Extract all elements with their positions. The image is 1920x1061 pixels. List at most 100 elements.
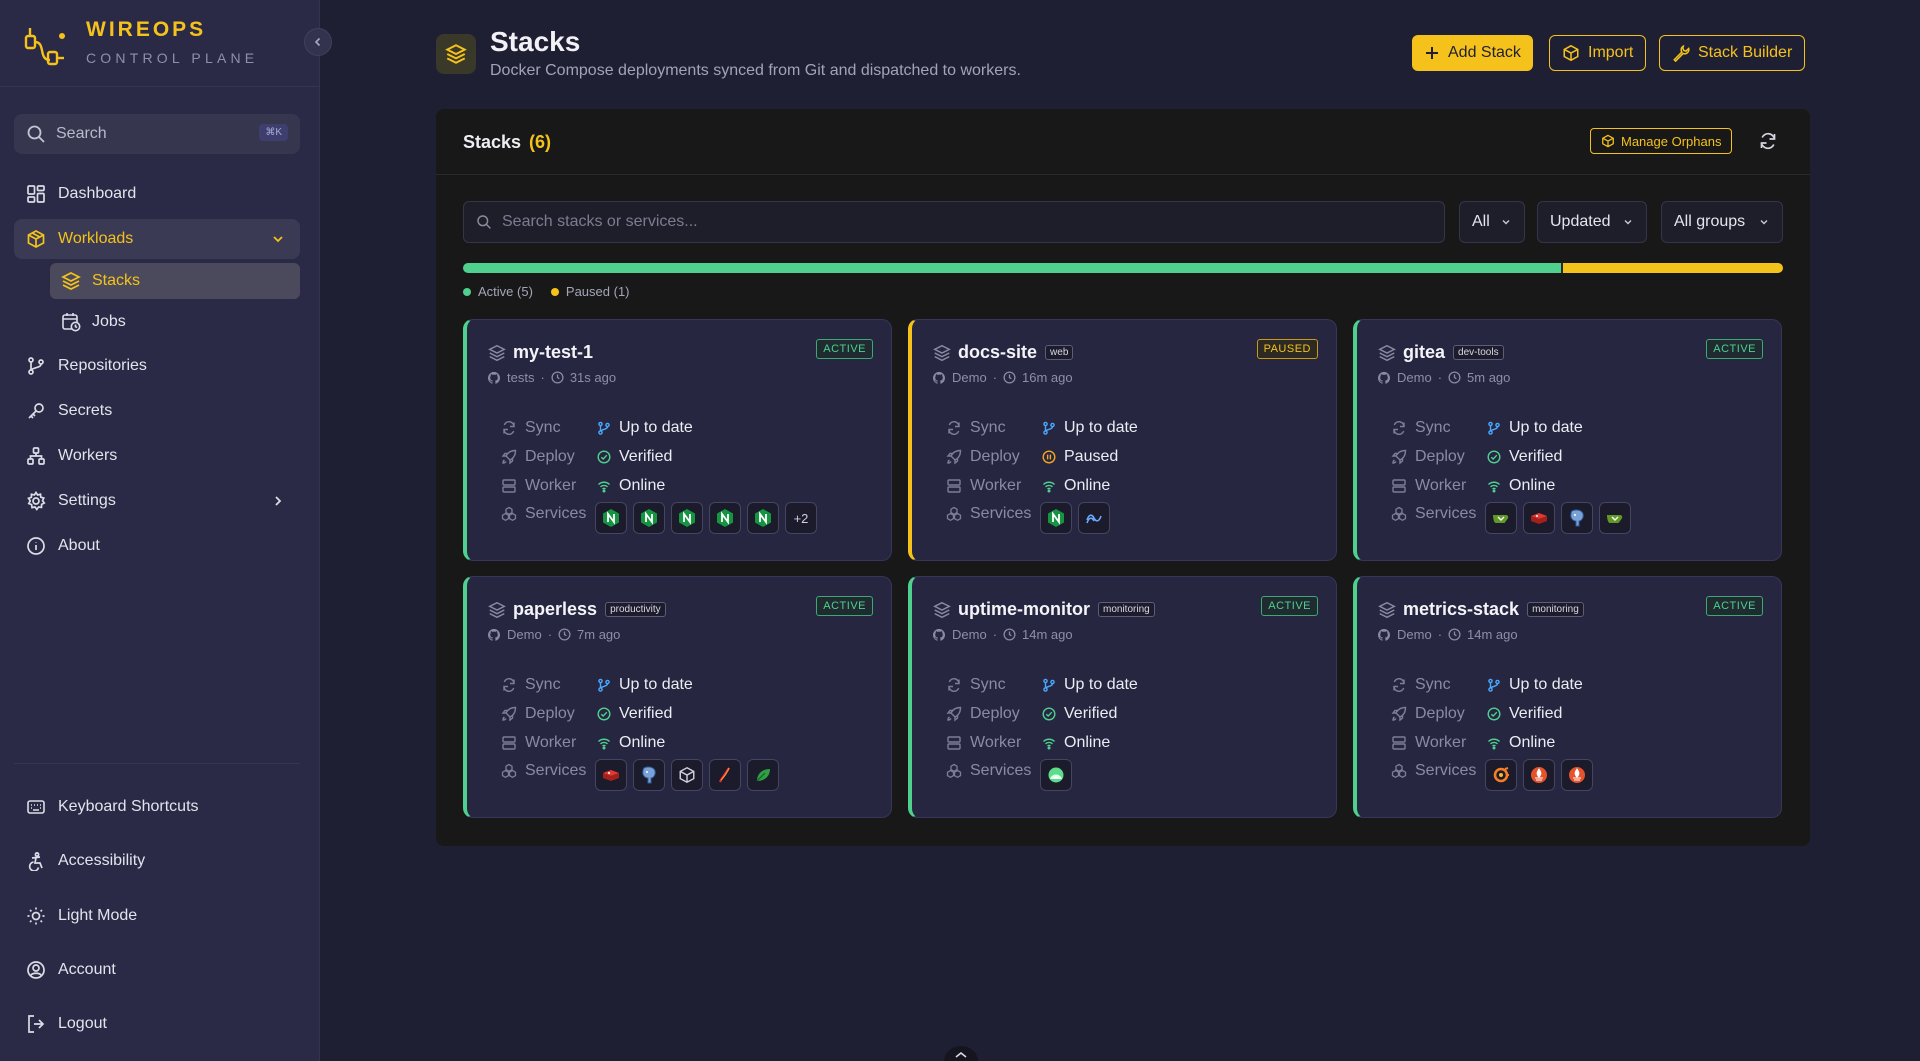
logout-icon bbox=[28, 1015, 45, 1033]
nav-label: Logout bbox=[58, 1015, 107, 1032]
service-postgres-icon[interactable] bbox=[633, 759, 665, 791]
deploy-row: Deploy Verified bbox=[1391, 447, 1562, 467]
services-icon bbox=[501, 506, 517, 522]
group-tag: productivity bbox=[605, 602, 666, 617]
service-prometheus-icon[interactable] bbox=[1561, 759, 1593, 791]
service-nginx-icon[interactable] bbox=[709, 502, 741, 534]
status-filter-select[interactable]: All bbox=[1459, 201, 1525, 243]
nav-workers[interactable]: Workers bbox=[14, 436, 300, 476]
meta-separator: · bbox=[547, 627, 553, 642]
service-prometheus-icon[interactable] bbox=[1523, 759, 1555, 791]
stack-name-wrap: uptime-monitor monitoring bbox=[958, 599, 1155, 620]
service-nginx-icon[interactable] bbox=[671, 502, 703, 534]
sidebar-search[interactable]: Search ⌘K bbox=[14, 114, 300, 154]
stack-card[interactable]: gitea dev-tools ACTIVE Demo · 5m ago Sync Up to… bbox=[1353, 319, 1782, 561]
chevron-down-icon bbox=[1624, 220, 1632, 225]
service-nginx-icon[interactable] bbox=[1040, 502, 1072, 534]
sort-select[interactable]: Updated bbox=[1537, 201, 1647, 243]
stack-meta: Demo · 14m ago bbox=[1377, 627, 1518, 642]
service-box-icon[interactable] bbox=[671, 759, 703, 791]
stack-search-field[interactable] bbox=[463, 201, 1445, 243]
nav-secrets[interactable]: Secrets bbox=[14, 391, 300, 431]
more-services-badge[interactable]: +2 bbox=[785, 502, 817, 534]
service-leaf-icon[interactable] bbox=[747, 759, 779, 791]
worker-value: Online bbox=[619, 477, 666, 494]
wifi-icon bbox=[1043, 738, 1055, 750]
sidebar-item-jobs[interactable]: Jobs bbox=[50, 304, 300, 340]
service-uptime-kuma-icon[interactable] bbox=[1040, 759, 1072, 791]
nav-accessibility[interactable]: Accessibility bbox=[14, 841, 300, 881]
page-title: Stacks bbox=[490, 26, 581, 57]
service-postgres-icon[interactable] bbox=[1561, 502, 1593, 534]
services-label-wrap: Services bbox=[1391, 505, 1476, 523]
chevron-up-icon[interactable] bbox=[944, 1046, 978, 1061]
box-icon bbox=[1602, 134, 1614, 148]
stack-card[interactable]: paperless productivity ACTIVE Demo · 7m ago Sy… bbox=[463, 576, 892, 818]
wrench-icon bbox=[1673, 44, 1690, 62]
manage-orphans-button[interactable]: Manage Orphans bbox=[1590, 128, 1733, 154]
nav-keyboard-shortcuts[interactable]: Keyboard Shortcuts bbox=[14, 787, 300, 827]
nginx-icon bbox=[1048, 509, 1064, 527]
service-nginx-icon[interactable] bbox=[747, 502, 779, 534]
nav-repositories[interactable]: Repositories bbox=[14, 346, 300, 386]
stack-card[interactable]: my-test-1 ACTIVE tests · 31s ago Sync Up to da… bbox=[463, 319, 892, 561]
sync-value: Up to date bbox=[619, 676, 693, 693]
chevron-down-icon bbox=[273, 236, 283, 243]
nav-logout[interactable]: Logout bbox=[14, 1004, 300, 1044]
wifi-icon bbox=[598, 738, 610, 750]
sidebar: WIREOPS CONTROL PLANE Search ⌘K Dashboar… bbox=[0, 0, 332, 1061]
stack-builder-button[interactable]: Stack Builder bbox=[1659, 35, 1806, 71]
layers-icon bbox=[61, 272, 81, 290]
server-icon bbox=[502, 479, 516, 493]
sync-label: Sync bbox=[970, 676, 1006, 693]
stack-count: (6) bbox=[529, 132, 552, 152]
dashboard-icon bbox=[27, 185, 45, 203]
check-circle-icon bbox=[1487, 707, 1501, 721]
rocket-icon bbox=[501, 449, 517, 465]
service-redis-icon[interactable] bbox=[1523, 502, 1555, 534]
nav-settings[interactable]: Settings bbox=[14, 481, 300, 521]
stack-name: gitea bbox=[1403, 342, 1446, 362]
service-redis-icon[interactable] bbox=[595, 759, 627, 791]
collapse-sidebar-button[interactable] bbox=[304, 28, 332, 56]
service-gitea-icon[interactable] bbox=[1599, 502, 1631, 534]
stack-search-input[interactable] bbox=[502, 213, 1402, 231]
updated-time: 7m ago bbox=[577, 627, 621, 642]
stack-card[interactable]: metrics-stack monitoring ACTIVE Demo · 14m ag… bbox=[1353, 576, 1782, 818]
check-circle-icon bbox=[1042, 707, 1056, 721]
import-button[interactable]: Import bbox=[1549, 35, 1647, 71]
git-branch-icon bbox=[1488, 678, 1500, 692]
box-icon bbox=[27, 230, 45, 248]
import-label: Import bbox=[1588, 44, 1634, 61]
stack-card[interactable]: docs-site web PAUSED Demo · 16m ago Sync Up to … bbox=[908, 319, 1337, 561]
nav-dashboard[interactable]: Dashboard bbox=[14, 174, 300, 214]
worker-row: Worker Online bbox=[946, 733, 1110, 753]
repo-name: Demo bbox=[952, 370, 987, 385]
worker-row: Worker Online bbox=[946, 476, 1110, 496]
service-nginx-icon[interactable] bbox=[633, 502, 665, 534]
service-grafana-icon[interactable] bbox=[1485, 759, 1517, 791]
service-astro-icon[interactable] bbox=[1078, 502, 1110, 534]
nav-light-mode[interactable]: Light Mode bbox=[14, 896, 300, 936]
sync-label: Sync bbox=[1415, 419, 1451, 436]
sync-icon bbox=[948, 421, 960, 435]
service-feather-icon[interactable] bbox=[709, 759, 741, 791]
nav-account[interactable]: Account bbox=[14, 950, 300, 990]
deploy-label: Deploy bbox=[970, 705, 1020, 722]
refresh-icon[interactable] bbox=[1758, 131, 1778, 151]
leaf-icon bbox=[756, 769, 770, 782]
sync-row: Sync Up to date bbox=[501, 675, 693, 695]
brand[interactable]: WIREOPS CONTROL PLANE bbox=[24, 14, 258, 74]
panel-title-text: Stacks bbox=[463, 132, 522, 152]
nav-about[interactable]: About bbox=[14, 526, 300, 566]
stack-card[interactable]: uptime-monitor monitoring ACTIVE Demo · 14m a… bbox=[908, 576, 1337, 818]
service-gitea-icon[interactable] bbox=[1485, 502, 1517, 534]
sidebar-item-stacks[interactable]: Stacks bbox=[50, 263, 300, 299]
group-tag: dev-tools bbox=[1453, 345, 1504, 360]
nav-workloads[interactable]: Workloads bbox=[14, 219, 300, 259]
service-nginx-icon[interactable] bbox=[595, 502, 627, 534]
add-stack-button[interactable]: Add Stack bbox=[1412, 35, 1533, 71]
updated-time: 31s ago bbox=[569, 370, 617, 385]
progress-paused-segment bbox=[1563, 263, 1783, 273]
group-filter-select[interactable]: All groups bbox=[1661, 201, 1783, 243]
